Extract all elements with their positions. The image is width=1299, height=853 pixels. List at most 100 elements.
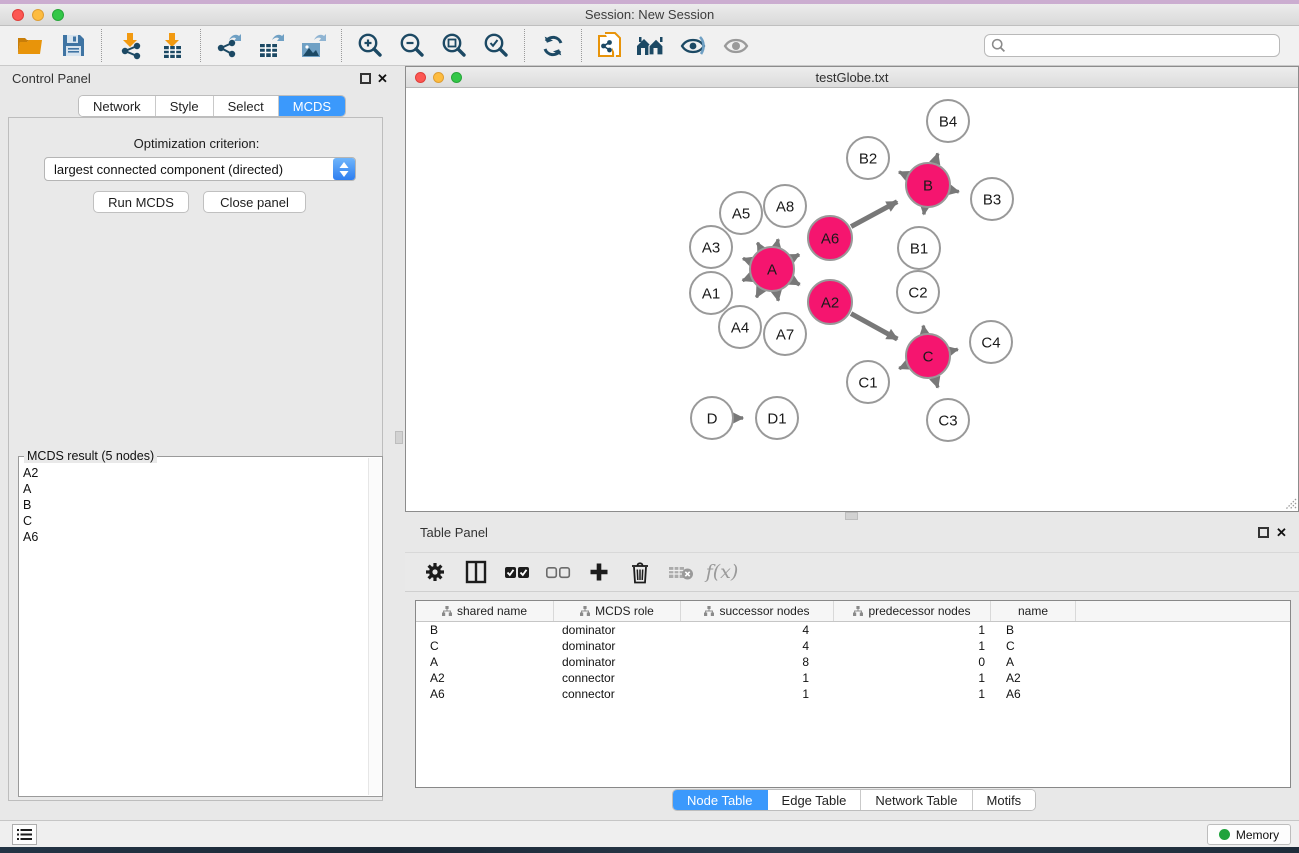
mcds-result-item[interactable]: A	[23, 481, 366, 497]
run-mcds-button[interactable]: Run MCDS	[93, 191, 189, 213]
export-table-button[interactable]	[250, 29, 292, 63]
mcds-result-list[interactable]: A2ABCA6	[23, 465, 366, 792]
save-session-button[interactable]	[52, 29, 94, 63]
graph-edge-A2-C[interactable]	[851, 314, 897, 340]
table-row[interactable]: Cdominator41C	[416, 638, 1290, 654]
tab-motifs[interactable]: Motifs	[973, 790, 1036, 810]
table-cell[interactable]: dominator	[554, 623, 681, 637]
mcds-result-item[interactable]: A6	[23, 529, 366, 545]
mcds-result-item[interactable]: B	[23, 497, 366, 513]
search-input[interactable]	[984, 34, 1280, 57]
task-history-button[interactable]	[12, 824, 37, 845]
table-row[interactable]: Bdominator41B	[416, 622, 1290, 638]
table-cell[interactable]: C	[991, 639, 1076, 653]
criterion-select[interactable]: largest connected component (directed)	[44, 157, 356, 181]
tab-network[interactable]: Network	[79, 96, 156, 116]
graph-edge-A-A1[interactable]	[743, 278, 750, 281]
select-all-columns-button[interactable]	[504, 559, 530, 585]
table-row[interactable]: A6connector11A6	[416, 686, 1290, 702]
tab-edge-table[interactable]: Edge Table	[768, 790, 862, 810]
open-session-button[interactable]	[10, 29, 52, 63]
table-settings-button[interactable]	[422, 559, 448, 585]
graph-edge-A-A6[interactable]	[793, 254, 799, 257]
main-titlebar[interactable]: Session: New Session	[0, 4, 1299, 26]
graph-edge-A-A2[interactable]	[793, 281, 800, 285]
column-chooser-button[interactable]	[463, 559, 489, 585]
horizontal-split-handle[interactable]	[845, 512, 858, 520]
table-cell[interactable]: 4	[681, 639, 834, 653]
tab-select[interactable]: Select	[214, 96, 279, 116]
network-graph[interactable]: AA1A2A3A4A5A6A7A8BB1B2B3B4CC1C2C3C4DD1	[406, 88, 1298, 511]
table-cell[interactable]: 1	[834, 687, 991, 701]
column-header[interactable]: successor nodes	[681, 601, 834, 621]
column-header[interactable]: name	[991, 601, 1076, 621]
table-cell[interactable]: A	[991, 655, 1076, 669]
graph-edge-C-C4[interactable]	[951, 349, 957, 350]
control-panel-float-button[interactable]	[360, 73, 371, 84]
table-row[interactable]: A2connector11A2	[416, 670, 1290, 686]
table-cell[interactable]: A2	[991, 671, 1076, 685]
table-cell[interactable]: connector	[554, 671, 681, 685]
table-cell[interactable]: A6	[991, 687, 1076, 701]
graph-edge-B-B3[interactable]	[951, 190, 958, 192]
create-column-button[interactable]	[586, 559, 612, 585]
refresh-button[interactable]	[532, 29, 574, 63]
column-header[interactable]: MCDS role	[554, 601, 681, 621]
column-header[interactable]: predecessor nodes	[834, 601, 991, 621]
table-cell[interactable]: 4	[681, 623, 834, 637]
graph-edge-B-B1[interactable]	[924, 209, 925, 215]
graph-edge-A-A7[interactable]	[777, 293, 779, 301]
graph-edge-A-A3[interactable]	[743, 259, 749, 261]
graph-edge-A-A4[interactable]	[756, 290, 760, 297]
hide-selected-button[interactable]	[673, 29, 715, 63]
table-cell[interactable]: A2	[416, 671, 554, 685]
table-cell[interactable]: B	[416, 623, 554, 637]
zoom-in-button[interactable]	[349, 29, 391, 63]
table-cell[interactable]: 1	[834, 671, 991, 685]
table-row[interactable]: Adominator80A	[416, 654, 1290, 670]
network-window-titlebar[interactable]: testGlobe.txt	[406, 67, 1298, 88]
graph-edge-C-C2[interactable]	[923, 326, 924, 333]
deselect-all-columns-button[interactable]	[545, 559, 571, 585]
tab-network-table[interactable]: Network Table	[861, 790, 972, 810]
table-cell[interactable]: 1	[681, 687, 834, 701]
graph-edge-A-A8[interactable]	[777, 239, 778, 245]
graph-edge-C-C3[interactable]	[935, 379, 938, 388]
zoom-out-button[interactable]	[391, 29, 433, 63]
table-cell[interactable]: B	[991, 623, 1076, 637]
table-cell[interactable]: A6	[416, 687, 554, 701]
mcds-result-scrollbar[interactable]	[368, 458, 381, 795]
table-cell[interactable]: C	[416, 639, 554, 653]
export-image-button[interactable]	[292, 29, 334, 63]
network-canvas[interactable]: AA1A2A3A4A5A6A7A8BB1B2B3B4CC1C2C3C4DD1	[406, 88, 1298, 511]
import-table-button[interactable]	[151, 29, 193, 63]
mcds-result-item[interactable]: A2	[23, 465, 366, 481]
table-cell[interactable]: 1	[681, 671, 834, 685]
table-cell[interactable]: 1	[834, 623, 991, 637]
resize-grip-icon[interactable]	[1283, 496, 1297, 510]
table-cell[interactable]: 0	[834, 655, 991, 669]
export-network-button[interactable]	[208, 29, 250, 63]
show-all-button[interactable]	[715, 29, 757, 63]
table-cell[interactable]: A	[416, 655, 554, 669]
delete-column-button[interactable]	[627, 559, 653, 585]
column-header[interactable]: shared name	[416, 601, 554, 621]
table-cell[interactable]: 8	[681, 655, 834, 669]
mcds-result-item[interactable]: C	[23, 513, 366, 529]
zoom-fit-button[interactable]	[433, 29, 475, 63]
graph-edge-B-B2[interactable]	[899, 172, 906, 175]
graph-edge-A6-B[interactable]	[851, 202, 897, 227]
table-panel-close-button[interactable]: ✕	[1276, 527, 1287, 538]
memory-button[interactable]: Memory	[1207, 824, 1291, 845]
zoom-selected-button[interactable]	[475, 29, 517, 63]
table-cell[interactable]: dominator	[554, 639, 681, 653]
first-neighbors-button[interactable]	[631, 29, 673, 63]
control-panel-close-button[interactable]: ✕	[377, 73, 388, 84]
table-cell[interactable]: 1	[834, 639, 991, 653]
table-cell[interactable]: connector	[554, 687, 681, 701]
graph-edge-A-A5[interactable]	[757, 243, 760, 248]
vertical-split-handle[interactable]	[395, 431, 403, 444]
new-network-from-selection-button[interactable]	[589, 29, 631, 63]
close-panel-button[interactable]: Close panel	[203, 191, 306, 213]
graph-edge-C-C1[interactable]	[899, 366, 906, 369]
